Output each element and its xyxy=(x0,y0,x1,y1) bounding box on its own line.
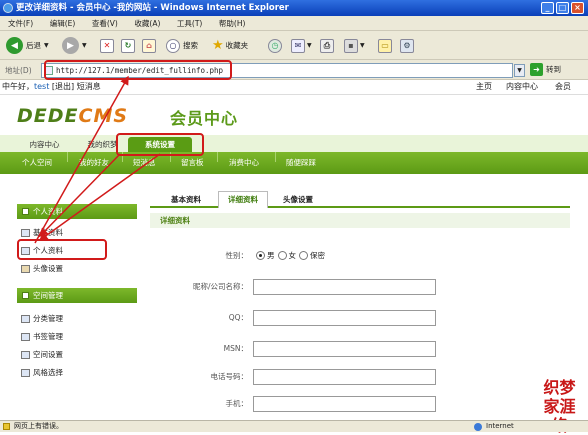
zone-text: Internet xyxy=(486,422,514,430)
arrow-line xyxy=(38,153,121,238)
status-bar: 网页上有错误。 Internet xyxy=(0,420,588,432)
internet-zone-icon xyxy=(474,423,482,431)
annotation-arrows xyxy=(34,75,161,244)
arrow-line xyxy=(38,153,161,241)
status-text: 网页上有错误。 xyxy=(14,422,63,430)
warning-icon[interactable] xyxy=(3,423,10,430)
watermark-seal: 织梦家涯络 xyxy=(543,378,576,435)
